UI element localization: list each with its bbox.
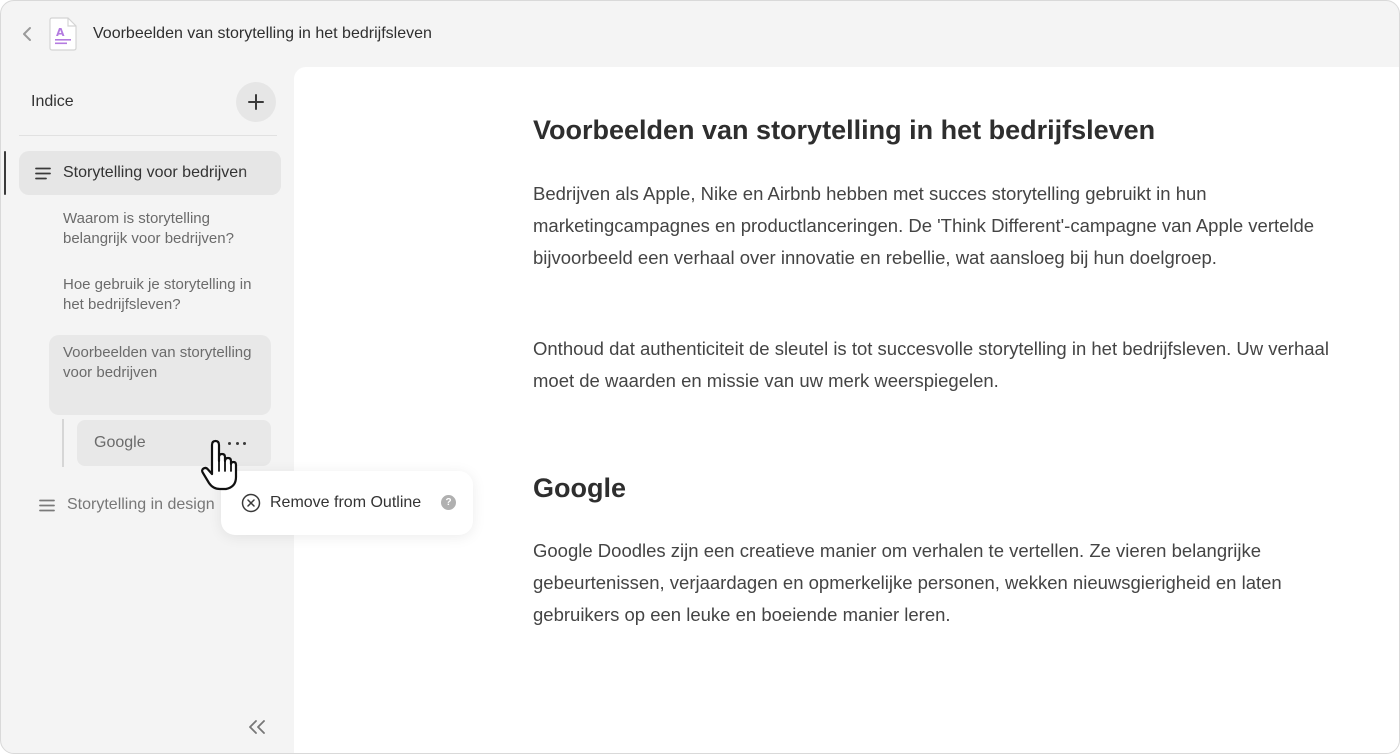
document-title: Voorbeelden van storytelling in het bedr… — [93, 25, 432, 42]
top-bar: A Voorbeelden van storytelling in het be… — [1, 1, 1399, 67]
nesting-line — [62, 419, 64, 467]
outline-item-waarom[interactable]: Waarom is storytelling belangrijk voor b… — [63, 209, 273, 249]
outline-item-label: Storytelling in design — [67, 496, 215, 513]
dot — [228, 441, 231, 445]
outline-label: Indice — [31, 93, 74, 110]
chevron-left-icon — [23, 27, 31, 41]
dot — [243, 441, 246, 445]
add-outline-item-button[interactable] — [236, 82, 276, 122]
paragraph: Bedrijven als Apple, Nike en Airbnb hebb… — [533, 183, 1315, 268]
outline-item-storytelling-voor-bedrijven[interactable]: Storytelling voor bedrijven — [19, 151, 281, 195]
dot — [235, 441, 239, 445]
back-button[interactable] — [17, 23, 37, 45]
outline-item-hoe-gebruik[interactable]: Hoe gebruik je storytelling in het bedri… — [63, 275, 273, 315]
remove-from-outline-menu-item[interactable]: Remove from Outline ? — [221, 471, 473, 535]
help-icon[interactable]: ? — [441, 495, 456, 510]
app-window: A Voorbeelden van storytelling in het be… — [0, 0, 1400, 754]
paragraph: Google Doodles zijn een creatieve manier… — [533, 540, 1282, 625]
text-fade — [241, 151, 281, 195]
sidebar-divider — [19, 135, 277, 136]
outline-sidebar: Indice Storytelling voor bedrijven Waaro… — [1, 67, 294, 753]
outline-item-storytelling-in-design[interactable]: Storytelling in design — [39, 492, 229, 518]
outline-item-label: Google — [94, 434, 146, 451]
active-item-marker — [4, 151, 6, 195]
heading-1: Voorbeelden van storytelling in het bedr… — [533, 115, 1156, 145]
outline-item-label: Storytelling voor bedrijven — [63, 164, 248, 181]
heading-lines-icon — [39, 499, 55, 511]
heading-lines-icon — [35, 167, 51, 179]
double-chevron-left-icon — [249, 720, 265, 734]
paragraph: Onthoud dat authenticiteit de sleutel is… — [533, 338, 1329, 391]
document-editor: Voorbeelden van storytelling in het bedr… — [294, 67, 1399, 753]
circle-x-icon — [241, 493, 261, 513]
plus-icon — [248, 94, 264, 110]
more-options-button[interactable] — [225, 437, 249, 449]
remove-from-outline-label: Remove from Outline — [270, 494, 422, 511]
collapse-sidebar-button[interactable] — [245, 715, 269, 739]
document-icon: A — [49, 17, 77, 51]
outline-item-voorbeelden[interactable]: Voorbeelden van storytelling voor bedrij… — [49, 335, 271, 415]
doc-icon-letter: A — [56, 26, 65, 39]
heading-2: Google — [533, 473, 626, 503]
